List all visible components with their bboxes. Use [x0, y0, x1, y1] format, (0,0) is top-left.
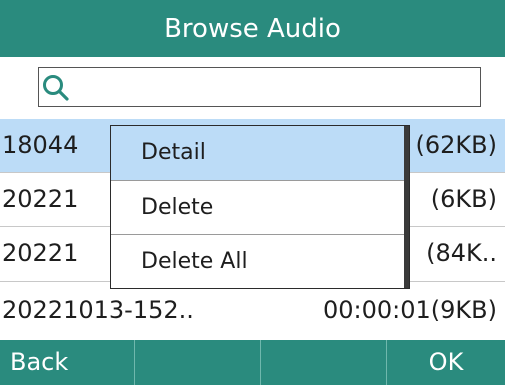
search-row [0, 57, 505, 119]
menu-item-label: Delete [141, 195, 214, 220]
options-popup: Detail Delete Delete All [110, 125, 410, 289]
back-button-label: Back [10, 348, 69, 376]
search-input[interactable] [38, 67, 481, 107]
page-title: Browse Audio [164, 13, 341, 44]
list-item[interactable]: 20221013-152.. 00:00:01(9KB) [0, 282, 505, 338]
list-item-name: 20221 [2, 185, 79, 213]
list-item-name: 18044 [2, 131, 79, 159]
ok-button-label: OK [428, 348, 464, 376]
list-item-name: 20221013-152.. [2, 296, 194, 324]
softkey-bar: Back OK [0, 340, 505, 385]
list-item-meta: (84K.. [426, 239, 497, 267]
softkey-3[interactable] [261, 340, 386, 385]
popup-scrollbar[interactable] [404, 126, 409, 288]
menu-item-delete-all[interactable]: Delete All [111, 235, 405, 289]
list-item-meta: (62KB) [415, 131, 497, 159]
list-item-meta: (6KB) [430, 185, 497, 213]
menu-item-label: Delete All [141, 249, 248, 274]
browse-audio-screen: Browse Audio 18044 (62KB) 20221 (6KB) 20… [0, 0, 505, 385]
list-item-meta: 00:00:01(9KB) [323, 296, 497, 324]
list-item-name: 20221 [2, 239, 79, 267]
menu-item-delete[interactable]: Delete [111, 181, 405, 235]
ok-button[interactable]: OK [387, 340, 505, 385]
menu-item-detail[interactable]: Detail [111, 126, 405, 180]
search-icon [41, 73, 71, 103]
softkey-2[interactable] [135, 340, 260, 385]
back-button[interactable]: Back [0, 340, 134, 385]
menu-item-label: Detail [141, 140, 206, 165]
title-bar: Browse Audio [0, 0, 505, 57]
